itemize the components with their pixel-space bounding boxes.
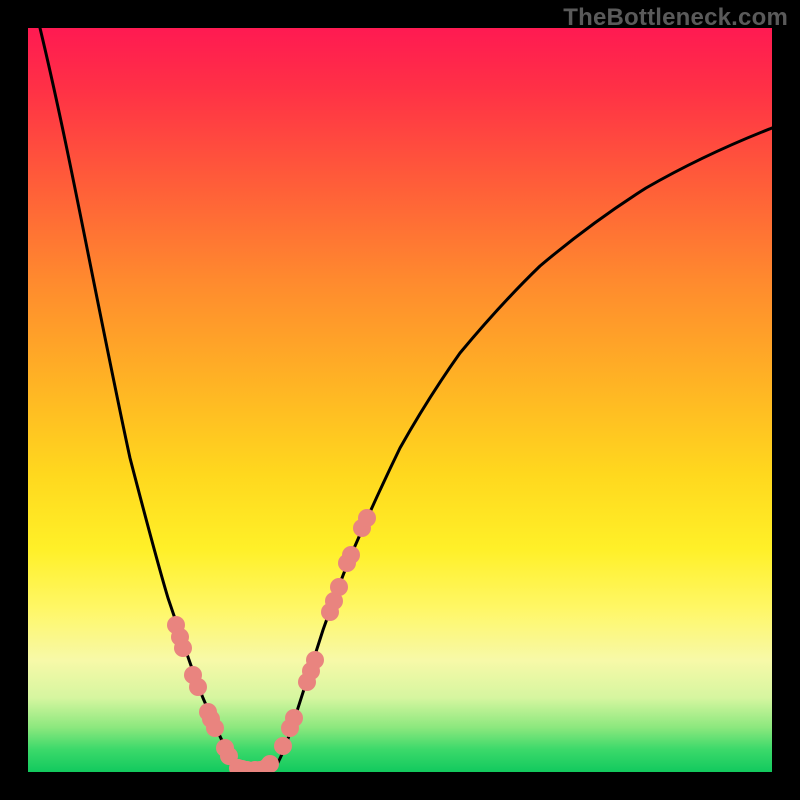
chart-overlay xyxy=(28,28,772,772)
dot-icon xyxy=(330,578,348,596)
dot-icon xyxy=(285,709,303,727)
dot-icon xyxy=(342,546,360,564)
outer-frame: TheBottleneck.com xyxy=(0,0,800,800)
dot-icon xyxy=(189,678,207,696)
highlight-dot-cluster xyxy=(167,509,376,772)
bottleneck-v-curve xyxy=(40,28,772,771)
dot-icon xyxy=(274,737,292,755)
watermark-label: TheBottleneck.com xyxy=(563,4,788,32)
dot-icon xyxy=(261,755,279,772)
dot-icon xyxy=(206,719,224,737)
dot-icon xyxy=(306,651,324,669)
dot-icon xyxy=(174,639,192,657)
dot-icon xyxy=(358,509,376,527)
